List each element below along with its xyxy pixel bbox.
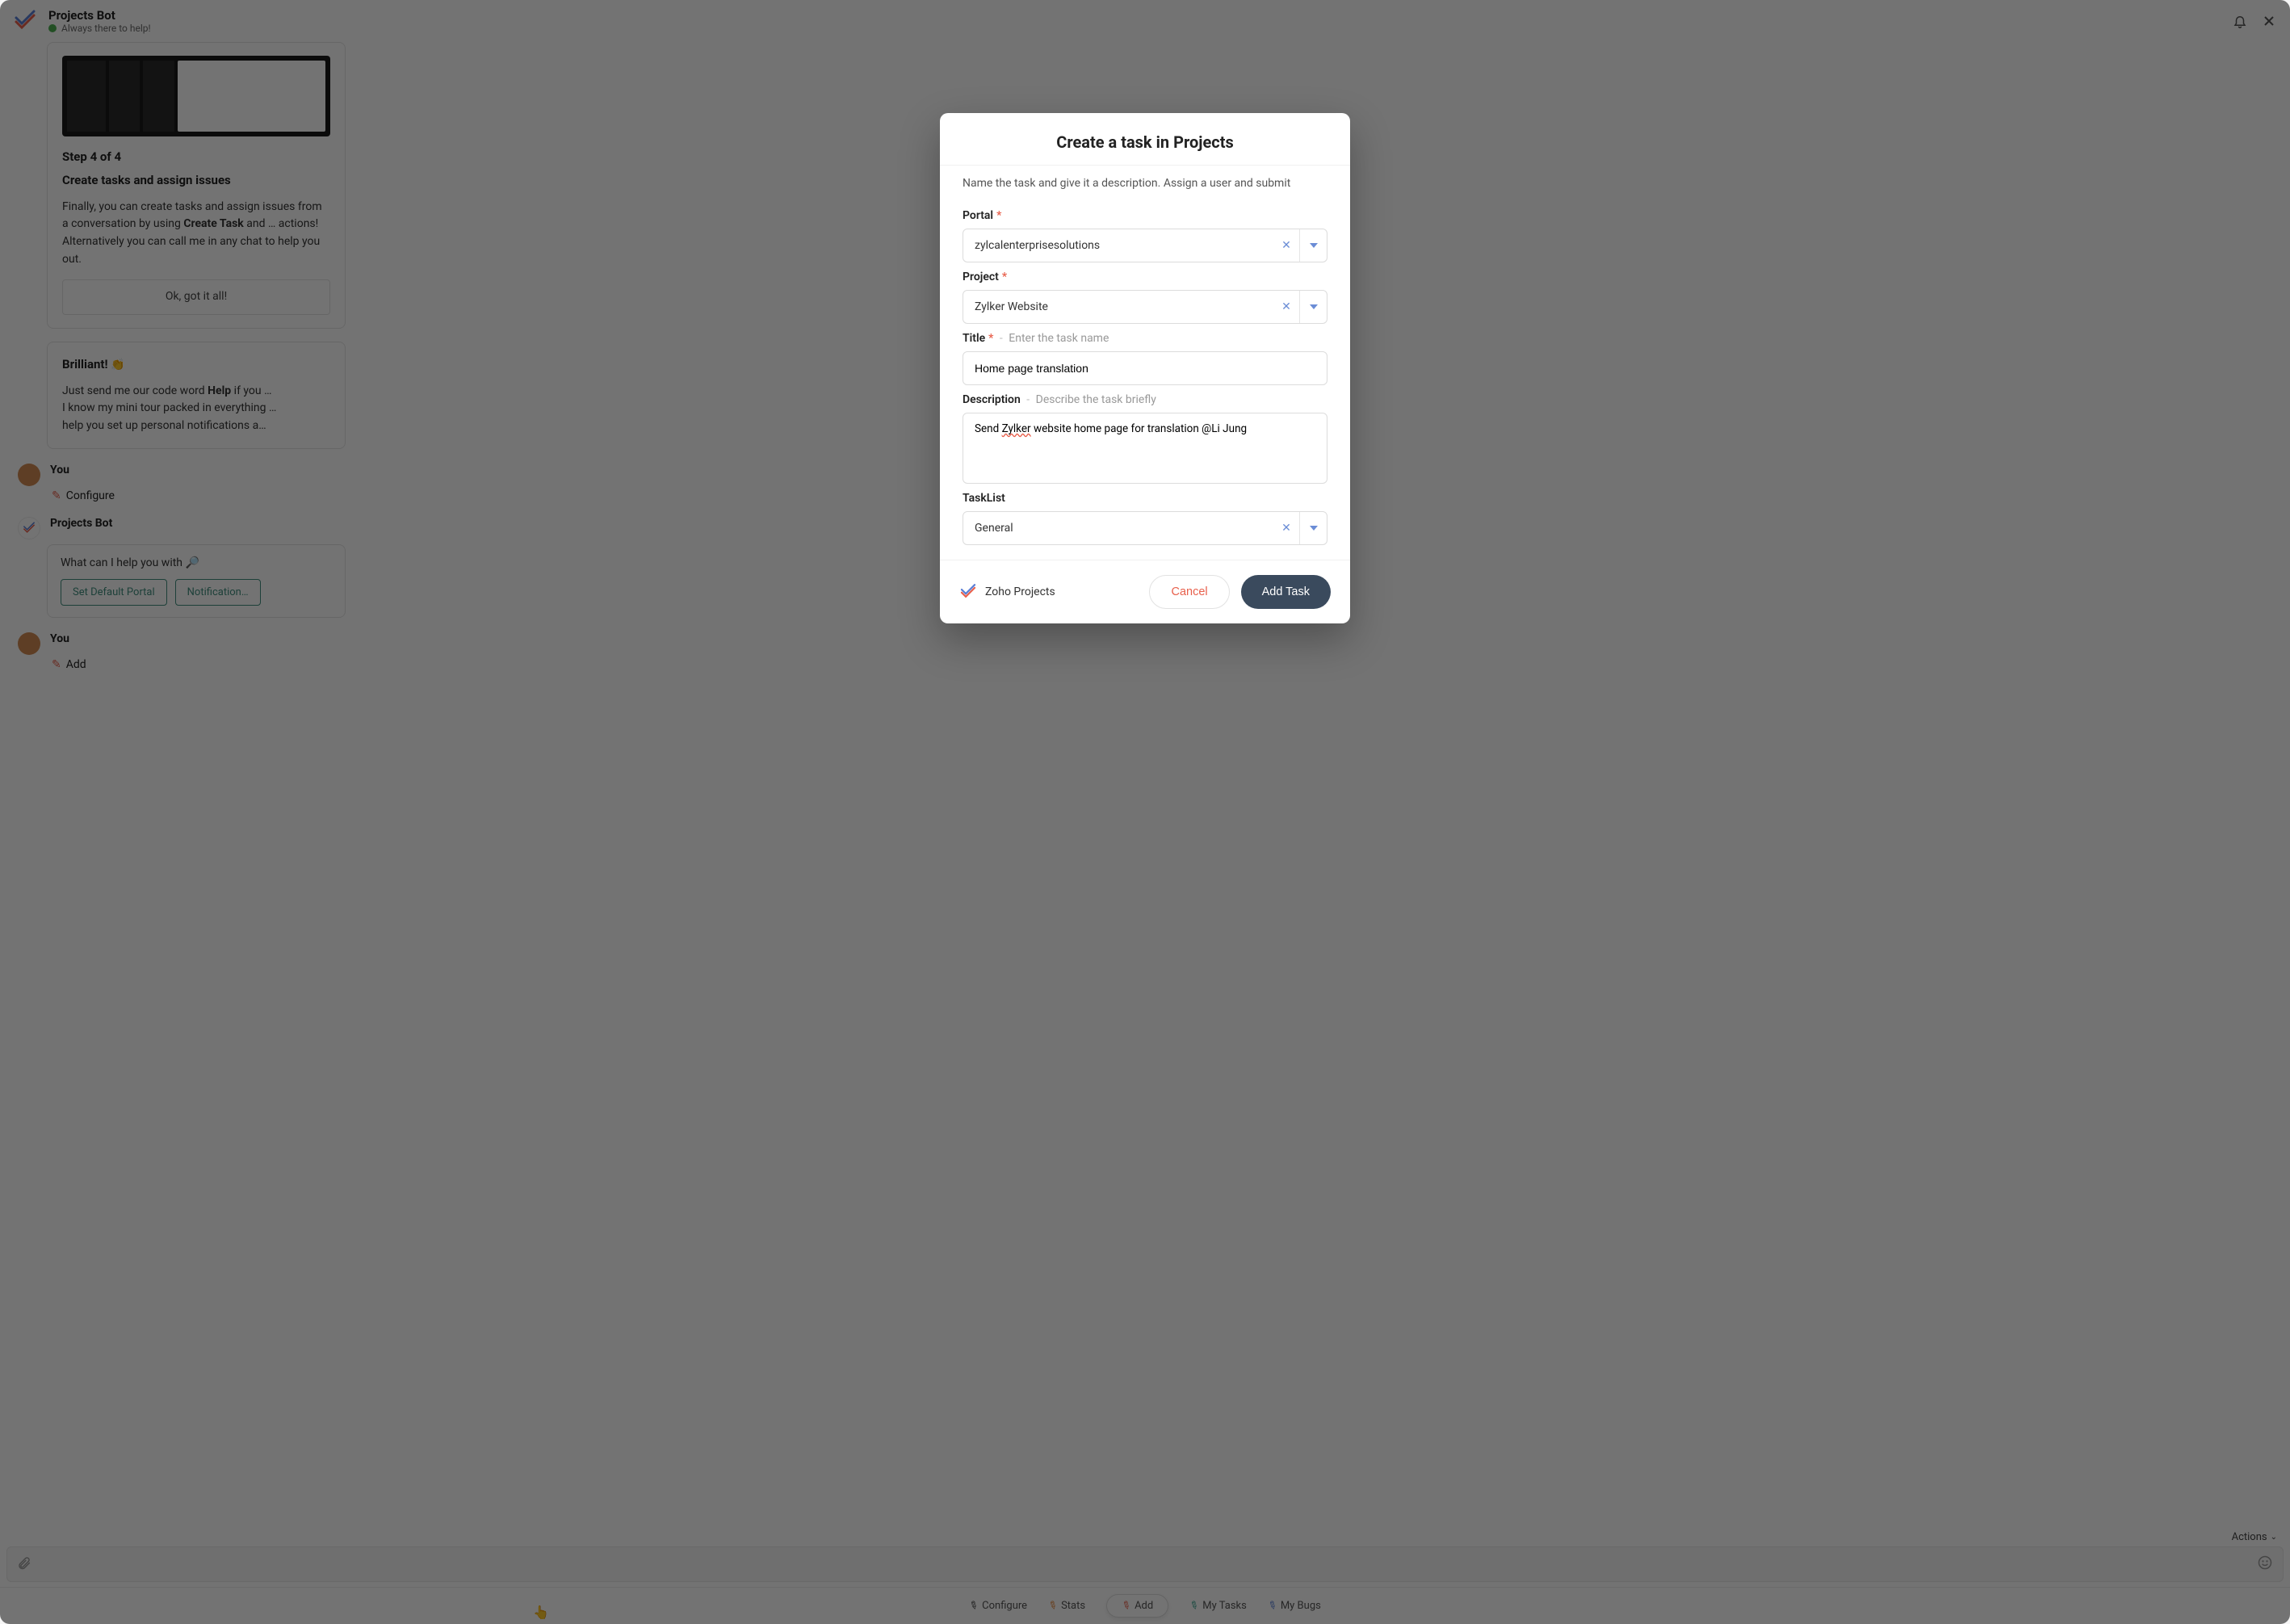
field-project: Project* Zylker Website ✕ xyxy=(963,271,1327,324)
chevron-down-icon[interactable] xyxy=(1299,512,1327,544)
tasklist-value: General xyxy=(963,512,1273,544)
description-input[interactable]: Send Zylker website home page for transl… xyxy=(963,413,1327,484)
create-task-modal: Create a task in Projects Name the task … xyxy=(940,113,1350,623)
modal-title: Create a task in Projects xyxy=(963,132,1327,152)
field-description: Description - Describe the task briefly … xyxy=(963,393,1327,484)
modal-brand: Zoho Projects xyxy=(959,583,1055,601)
tasklist-select[interactable]: General ✕ xyxy=(963,511,1327,545)
cancel-button[interactable]: Cancel xyxy=(1149,575,1229,609)
required-indicator: * xyxy=(996,209,1001,222)
field-portal: Portal* zylcalenterprisesolutions ✕ xyxy=(963,209,1327,262)
required-indicator: * xyxy=(988,332,993,345)
required-indicator: * xyxy=(1002,271,1007,283)
chevron-down-icon[interactable] xyxy=(1299,291,1327,323)
project-select[interactable]: Zylker Website ✕ xyxy=(963,290,1327,324)
field-title: Title* - Enter the task name xyxy=(963,332,1327,385)
modal-subtitle: Name the task and give it a description.… xyxy=(940,165,1350,193)
portal-select[interactable]: zylcalenterprisesolutions ✕ xyxy=(963,229,1327,262)
field-tasklist: TaskList General ✕ xyxy=(963,492,1327,545)
add-task-button[interactable]: Add Task xyxy=(1241,575,1331,609)
clear-icon[interactable]: ✕ xyxy=(1273,229,1299,262)
portal-value: zylcalenterprisesolutions xyxy=(963,229,1273,262)
clear-icon[interactable]: ✕ xyxy=(1273,291,1299,323)
title-input[interactable] xyxy=(963,351,1327,385)
project-value: Zylker Website xyxy=(963,291,1273,323)
clear-icon[interactable]: ✕ xyxy=(1273,512,1299,544)
chevron-down-icon[interactable] xyxy=(1299,229,1327,262)
